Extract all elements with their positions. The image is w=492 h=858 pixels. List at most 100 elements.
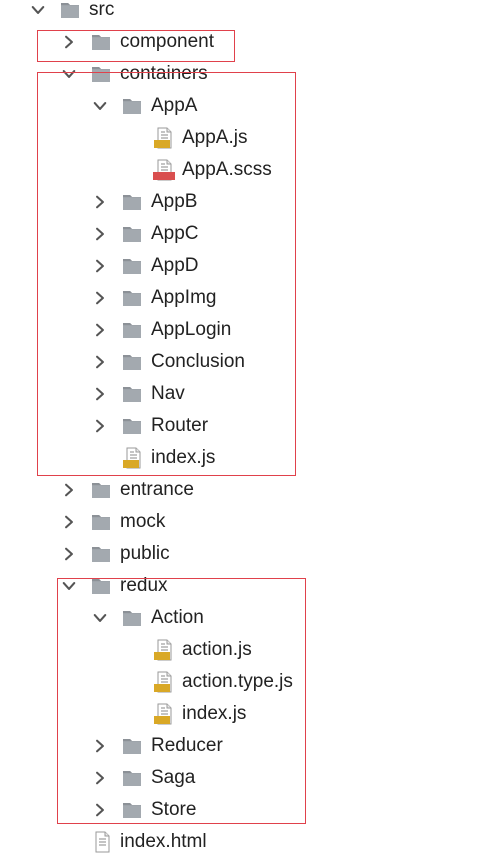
tree-item-label: AppLogin	[151, 319, 232, 340]
tree-item-label: src	[89, 0, 115, 20]
tree-item-label: Store	[151, 799, 197, 820]
tree-item-label: mock	[120, 511, 166, 532]
chevron-right-icon[interactable]	[61, 506, 77, 538]
tree-item-action-type-js[interactable]: action.type.js	[0, 666, 492, 698]
chevron-right-icon[interactable]	[92, 410, 108, 442]
chevron-right-icon[interactable]	[92, 762, 108, 794]
tree-item-appa-scss[interactable]: AppA.scss	[0, 154, 492, 186]
tree-item-label: action.js	[182, 639, 252, 660]
chevron-down-icon[interactable]	[61, 570, 77, 602]
js-file-icon	[153, 127, 175, 149]
tree-item-label: Action	[151, 607, 204, 628]
js-file-icon	[153, 639, 175, 661]
folder-icon	[122, 352, 142, 372]
tree-item-label: Router	[151, 415, 209, 436]
html-file-icon	[91, 831, 113, 853]
tree-item-action[interactable]: Action	[0, 602, 492, 634]
js-file-icon	[153, 703, 175, 725]
tree-item-label: AppC	[151, 223, 199, 244]
sass-file-icon	[153, 159, 175, 181]
tree-item-redux[interactable]: redux	[0, 570, 492, 602]
tree-item-reducer[interactable]: Reducer	[0, 730, 492, 762]
tree-item-mock[interactable]: mock	[0, 506, 492, 538]
tree-item-label: public	[120, 543, 170, 564]
folder-icon	[122, 800, 142, 820]
tree-item-label: AppB	[151, 191, 198, 212]
folder-icon	[122, 288, 142, 308]
folder-icon	[122, 256, 142, 276]
tree-item-appd[interactable]: AppD	[0, 250, 492, 282]
tree-item-label: AppA	[151, 95, 198, 116]
chevron-right-icon[interactable]	[92, 378, 108, 410]
folder-icon	[122, 96, 142, 116]
tree-item-appc[interactable]: AppC	[0, 218, 492, 250]
tree-item-label: AppA.scss	[182, 159, 272, 180]
folder-icon	[91, 512, 111, 532]
tree-item-label: index.js	[182, 703, 247, 724]
folder-icon	[122, 320, 142, 340]
tree-item-label: Nav	[151, 383, 185, 404]
tree-item-applogin[interactable]: AppLogin	[0, 314, 492, 346]
tree-item-action-js[interactable]: action.js	[0, 634, 492, 666]
chevron-down-icon[interactable]	[92, 602, 108, 634]
js-file-icon	[153, 671, 175, 693]
folder-icon	[60, 0, 80, 20]
tree-item-label: Reducer	[151, 735, 223, 756]
tree-item-appa[interactable]: AppA	[0, 90, 492, 122]
folder-icon	[122, 736, 142, 756]
tree-item-label: AppImg	[151, 287, 217, 308]
js-file-icon	[122, 447, 144, 469]
folder-icon	[122, 224, 142, 244]
tree-item-label: action.type.js	[182, 671, 293, 692]
folder-icon	[91, 32, 111, 52]
chevron-down-icon[interactable]	[92, 90, 108, 122]
folder-icon	[122, 768, 142, 788]
folder-icon	[91, 64, 111, 84]
tree-item-src[interactable]: src	[0, 0, 492, 26]
chevron-right-icon[interactable]	[92, 314, 108, 346]
tree-item-store[interactable]: Store	[0, 794, 492, 826]
chevron-right-icon[interactable]	[92, 186, 108, 218]
tree-item-public[interactable]: public	[0, 538, 492, 570]
tree-item-label: containers	[120, 63, 208, 84]
folder-icon	[91, 544, 111, 564]
tree-item-router[interactable]: Router	[0, 410, 492, 442]
chevron-down-icon[interactable]	[61, 58, 77, 90]
tree-item-containers-index-js[interactable]: index.js	[0, 442, 492, 474]
folder-icon	[122, 192, 142, 212]
chevron-right-icon[interactable]	[61, 538, 77, 570]
tree-item-index-html[interactable]: index.html	[0, 826, 492, 858]
folder-icon	[91, 576, 111, 596]
tree-item-nav[interactable]: Nav	[0, 378, 492, 410]
chevron-right-icon[interactable]	[92, 250, 108, 282]
tree-item-action-index-js[interactable]: index.js	[0, 698, 492, 730]
folder-icon	[122, 384, 142, 404]
folder-icon	[122, 416, 142, 436]
tree-item-appb[interactable]: AppB	[0, 186, 492, 218]
tree-item-containers[interactable]: containers	[0, 58, 492, 90]
chevron-right-icon[interactable]	[92, 346, 108, 378]
chevron-right-icon[interactable]	[61, 474, 77, 506]
tree-item-appimg[interactable]: AppImg	[0, 282, 492, 314]
tree-item-label: AppA.js	[182, 127, 248, 148]
chevron-down-icon[interactable]	[30, 0, 46, 26]
tree-item-label: AppD	[151, 255, 199, 276]
folder-icon	[91, 480, 111, 500]
chevron-right-icon[interactable]	[92, 218, 108, 250]
tree-item-entrance[interactable]: entrance	[0, 474, 492, 506]
tree-item-label: component	[120, 31, 215, 52]
tree-item-label: Conclusion	[151, 351, 245, 372]
chevron-right-icon[interactable]	[61, 26, 77, 58]
folder-icon	[122, 608, 142, 628]
tree-item-label: entrance	[120, 479, 194, 500]
tree-item-label: index.js	[151, 447, 216, 468]
chevron-right-icon[interactable]	[92, 794, 108, 826]
tree-item-saga[interactable]: Saga	[0, 762, 492, 794]
tree-item-appa-js[interactable]: AppA.js	[0, 122, 492, 154]
tree-item-component[interactable]: component	[0, 26, 492, 58]
tree-item-label: redux	[120, 575, 168, 596]
chevron-right-icon[interactable]	[92, 730, 108, 762]
tree-item-label: index.html	[120, 831, 207, 852]
tree-item-conclusion[interactable]: Conclusion	[0, 346, 492, 378]
chevron-right-icon[interactable]	[92, 282, 108, 314]
